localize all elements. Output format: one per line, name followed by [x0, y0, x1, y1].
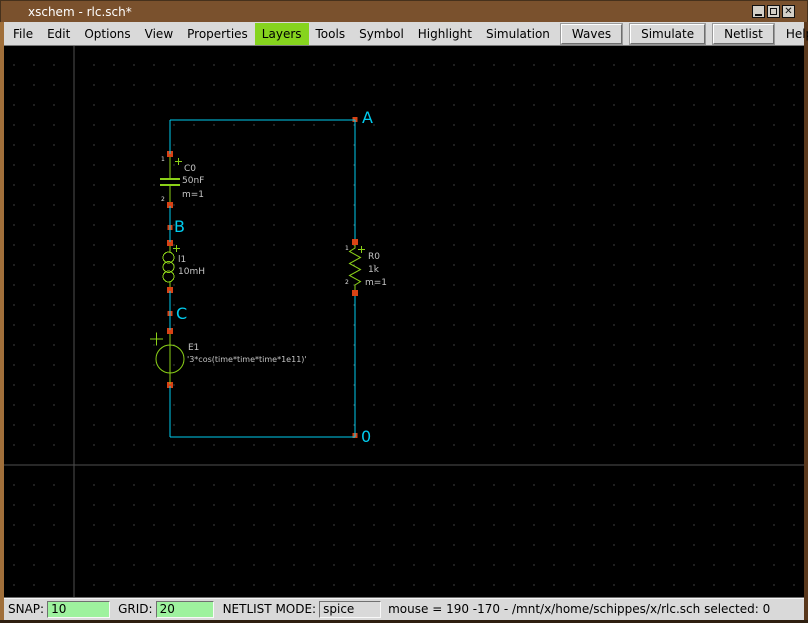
xschem-window: xschem - rlc.sch* ✕ File Edit Options Vi…: [0, 0, 808, 623]
node-label-b[interactable]: B: [174, 219, 185, 235]
wires[interactable]: [170, 120, 355, 437]
inductor-symbol[interactable]: [163, 245, 180, 287]
capacitor-value-label[interactable]: 50nF: [182, 176, 204, 187]
window-title: xschem - rlc.sch*: [28, 1, 132, 23]
capacitor-pin2-number: 2: [161, 197, 165, 203]
netlist-mode-label: NETLIST MODE:: [223, 602, 317, 616]
node-label-gnd[interactable]: 0: [361, 429, 371, 445]
menu-help[interactable]: Help: [780, 23, 808, 45]
menu-tools[interactable]: Tools: [309, 23, 353, 45]
capacitor-pin1-number: 1: [161, 157, 165, 163]
netlist-button[interactable]: Netlist: [713, 24, 774, 44]
resistor-symbol[interactable]: [350, 245, 366, 290]
resistor-mult-label[interactable]: m=1: [365, 278, 387, 289]
capacitor-name-label[interactable]: C0: [184, 164, 196, 175]
snap-label: SNAP:: [8, 602, 44, 616]
resistor-pin1-number: 1: [345, 246, 349, 252]
close-button[interactable]: ✕: [782, 5, 795, 18]
schematic-canvas[interactable]: A B C 0 1 2 C0 50nF m=1 l1 10mH E1 '3*co…: [4, 46, 804, 597]
menu-file[interactable]: File: [6, 23, 40, 45]
inductor-name-label[interactable]: l1: [178, 255, 186, 266]
menu-simulation[interactable]: Simulation: [479, 23, 557, 45]
vsource-symbol[interactable]: [150, 333, 184, 385]
menu-edit[interactable]: Edit: [40, 23, 77, 45]
netlist-mode-input[interactable]: [319, 601, 381, 618]
resistor-name-label[interactable]: R0: [368, 252, 380, 263]
window-controls: ✕: [752, 5, 795, 18]
maximize-icon: [770, 8, 777, 15]
source-value-label[interactable]: '3*cos(time*time*time*1e11)': [187, 355, 307, 365]
menu-options[interactable]: Options: [77, 23, 137, 45]
simulate-button[interactable]: Simulate: [630, 24, 705, 44]
resistor-pin2-number: 2: [345, 280, 349, 286]
titlebar[interactable]: xschem - rlc.sch* ✕: [0, 0, 808, 22]
statusbar: SNAP: GRID: NETLIST MODE: mouse = 190 -1…: [4, 597, 804, 620]
menu-layers[interactable]: Layers: [255, 23, 309, 45]
inductor-value-label[interactable]: 10mH: [178, 267, 205, 278]
node-label-a[interactable]: A: [362, 110, 373, 126]
menubar: File Edit Options View Properties Layers…: [4, 22, 804, 46]
grid-label: GRID:: [118, 602, 152, 616]
waves-button[interactable]: Waves: [561, 24, 622, 44]
axes: [4, 46, 804, 597]
snap-input[interactable]: [47, 601, 110, 618]
resistor-value-label[interactable]: 1k: [368, 265, 379, 276]
node-label-c[interactable]: C: [176, 306, 187, 322]
menu-symbol[interactable]: Symbol: [352, 23, 411, 45]
source-name-label[interactable]: E1: [188, 343, 199, 354]
grid-input[interactable]: [156, 601, 214, 618]
maximize-button[interactable]: [767, 5, 780, 18]
mouse-status-text: mouse = 190 -170 - /mnt/x/home/schippes/…: [388, 602, 770, 616]
menu-view[interactable]: View: [138, 23, 180, 45]
menu-highlight[interactable]: Highlight: [411, 23, 479, 45]
close-icon: ✕: [784, 7, 792, 17]
minimize-button[interactable]: [752, 5, 765, 18]
menu-properties[interactable]: Properties: [180, 23, 255, 45]
minimize-icon: [755, 14, 762, 16]
capacitor-mult-label[interactable]: m=1: [182, 190, 204, 201]
